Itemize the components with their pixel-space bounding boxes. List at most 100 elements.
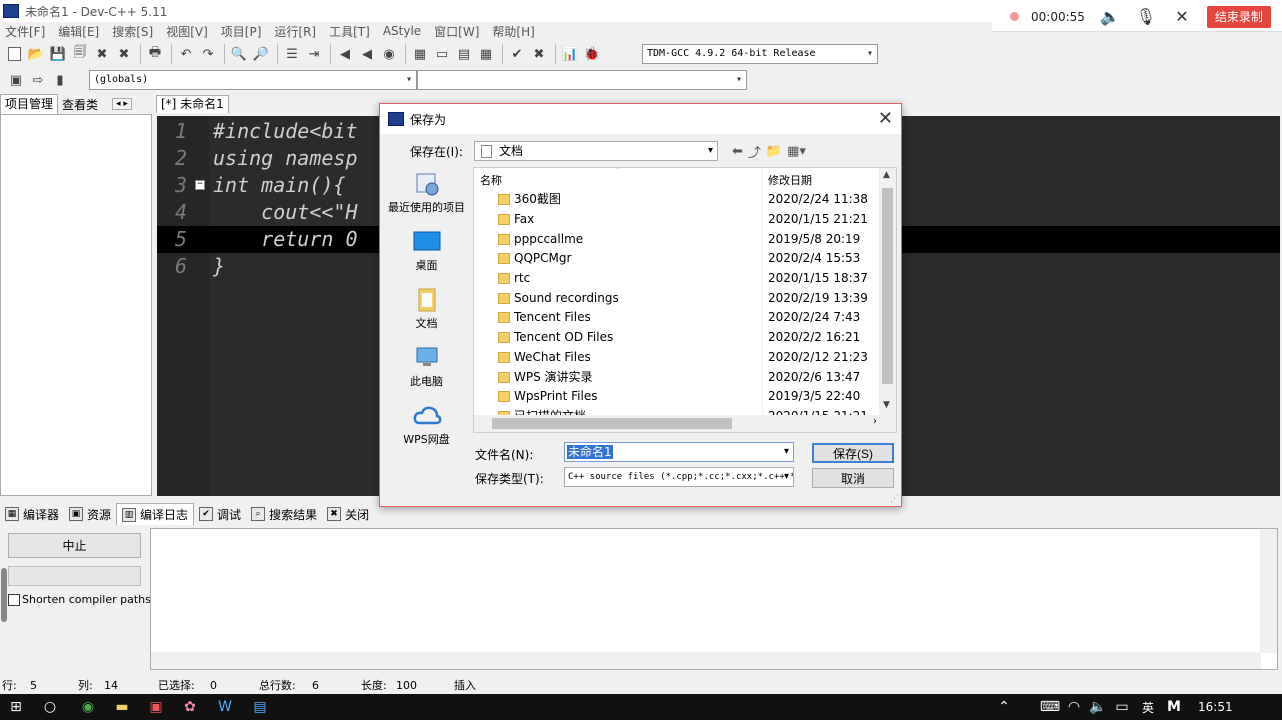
chevron-down-icon[interactable]: ▾ [784, 443, 789, 461]
menu-tools[interactable]: 工具[T] [329, 23, 370, 40]
horizontal-scrollbar[interactable]: › [474, 415, 881, 432]
save-all-icon[interactable]: 🗐 [70, 44, 90, 64]
vertical-scrollbar[interactable] [1260, 529, 1277, 653]
m-app-tray-icon[interactable]: M [1164, 697, 1184, 717]
file-row[interactable]: Sound recordings 2020/2/19 13:39 [474, 289, 882, 308]
shorten-paths-checkbox[interactable] [8, 593, 20, 606]
close-icon[interactable]: ✕ [1171, 6, 1193, 28]
close-icon[interactable]: ✕ [878, 108, 893, 129]
profile-icon[interactable]: 📊 [560, 44, 580, 64]
column-date[interactable]: 修改日期 [768, 172, 812, 188]
stop-recording-button[interactable]: 结束录制 [1206, 5, 1271, 28]
view-menu-icon[interactable]: ▦▾ [787, 144, 806, 159]
unindent-icon[interactable]: ◀ [357, 44, 377, 64]
place-wps-cloud[interactable]: WPS网盘 [380, 403, 473, 447]
file-explorer-icon[interactable]: ▬ [112, 697, 132, 717]
rebuild-icon[interactable]: ▦ [476, 44, 496, 64]
search-circle-icon[interactable]: ○ [40, 697, 60, 717]
replace-icon[interactable]: 🔎 [251, 44, 271, 64]
file-row[interactable]: 360截图 2020/2/24 11:38 [474, 190, 882, 209]
compile-run-icon[interactable]: ▤ [454, 44, 474, 64]
horizontal-scrollbar[interactable] [151, 652, 1261, 669]
comment-icon[interactable]: ◉ [379, 44, 399, 64]
filename-input[interactable]: 未命名1 ▾ [564, 442, 794, 462]
wps-writer-icon[interactable]: W [215, 697, 235, 717]
panel-resize-handle[interactable] [1, 568, 7, 622]
menu-edit[interactable]: 编辑[E] [58, 23, 99, 40]
save-icon[interactable]: 💾 [48, 44, 68, 64]
scroll-right-icon[interactable]: › [873, 416, 877, 427]
tab-project-manager[interactable]: 项目管理 [0, 94, 59, 114]
show-hidden-icons-icon[interactable]: ⌃ [994, 697, 1014, 717]
debug-icon[interactable]: 🐞 [582, 44, 602, 64]
tab-compile-log[interactable]: ▥ 编译日志 [116, 503, 195, 525]
windows-start-icon[interactable]: ⊞ [6, 697, 26, 717]
up-folder-icon[interactable]: ⤴ [748, 142, 761, 161]
file-row[interactable]: WeChat Files 2020/2/12 21:23 [474, 348, 882, 367]
ime-language-indicator[interactable]: 英 [1138, 697, 1158, 717]
file-row[interactable]: rtc 2020/1/15 18:37 [474, 269, 882, 288]
volume-icon[interactable]: 🔈 [1088, 697, 1108, 717]
find-icon[interactable]: 🔍 [229, 44, 249, 64]
file-row[interactable]: Fax 2020/1/15 21:21 [474, 210, 882, 229]
microphone-icon[interactable]: 🎙 [1135, 6, 1157, 28]
symbol-select[interactable]: ▾ [417, 70, 747, 90]
tab-scroll-arrows[interactable]: ◂ ▸ [112, 98, 132, 110]
shorten-paths-option[interactable]: Shorten compiler paths [8, 593, 151, 606]
tab-resources[interactable]: ▣ 资源 [64, 503, 116, 525]
compile-log-area[interactable] [150, 528, 1278, 670]
file-row[interactable]: QQPCMgr 2020/2/4 15:53 [474, 249, 882, 268]
project-tree-panel[interactable] [0, 114, 152, 496]
place-desktop[interactable]: 桌面 [380, 229, 473, 273]
bookmark-icon[interactable]: ▮ [50, 70, 70, 90]
syntax-check-icon[interactable]: ✔ [507, 44, 527, 64]
scroll-down-icon[interactable]: ▼ [883, 400, 890, 410]
save-button[interactable]: 保存(S) [812, 443, 894, 463]
tab-close[interactable]: ✖ 关闭 [322, 503, 374, 525]
stop-execution-icon[interactable]: ✖ [529, 44, 549, 64]
menu-file[interactable]: 文件[F] [5, 23, 45, 40]
run-icon[interactable]: ▭ [432, 44, 452, 64]
back-icon[interactable]: ⬅ [732, 144, 743, 159]
tab-class-browser[interactable]: 查看类 [58, 96, 102, 113]
file-list[interactable]: ⌃ 名称 修改日期 360截图 2020/2/24 11:38 Fax 2020/1… [473, 167, 897, 433]
goto-line-icon[interactable]: ☰ [282, 44, 302, 64]
scrollbar-thumb[interactable] [492, 418, 732, 429]
menu-window[interactable]: 窗口[W] [434, 23, 479, 40]
indent-icon[interactable]: ◀ [335, 44, 355, 64]
cancel-button[interactable]: 取消 [812, 468, 894, 488]
keyboard-icon[interactable]: ⌨ [1040, 697, 1060, 717]
wps-pdf-icon[interactable]: ▣ [146, 697, 166, 717]
goto-function-icon[interactable]: ⇥ [304, 44, 324, 64]
place-recent[interactable]: 最近使用的项目 [380, 171, 473, 215]
abort-button[interactable]: 中止 [8, 533, 141, 558]
tab-debug[interactable]: ✔ 调试 [194, 503, 246, 525]
game-app-icon[interactable]: ✿ [180, 697, 200, 717]
browser-360-icon[interactable]: ◉ [78, 697, 98, 717]
column-name[interactable]: 名称 [480, 172, 502, 188]
open-file-icon[interactable]: 📂 [26, 44, 46, 64]
wifi-icon[interactable]: ◠ [1064, 697, 1084, 717]
devcpp-taskbar-icon[interactable]: ▤ [250, 697, 270, 717]
new-class-icon[interactable]: ▣ [6, 70, 26, 90]
compiler-select[interactable]: TDM-GCC 4.9.2 64-bit Release ▾ [642, 44, 878, 64]
print-icon[interactable]: 🖶 [145, 44, 165, 64]
resize-grip-icon[interactable]: ⋰ [890, 494, 899, 504]
file-row[interactable]: WPS 演讲实录 2020/2/6 13:47 [474, 368, 882, 387]
undo-icon[interactable]: ↶ [176, 44, 196, 64]
scrollbar-thumb[interactable] [882, 188, 893, 384]
tab-search-results[interactable]: ⌕ 搜索结果 [246, 503, 322, 525]
new-folder-icon[interactable]: 📁 [766, 144, 782, 159]
redo-icon[interactable]: ↷ [198, 44, 218, 64]
menu-run[interactable]: 运行[R] [274, 23, 316, 40]
close-file-icon[interactable]: ✖ [92, 44, 112, 64]
speaker-icon[interactable]: 🔈 [1099, 6, 1121, 28]
compile-icon[interactable]: ▦ [410, 44, 430, 64]
dialog-title-bar[interactable]: 保存为 ✕ [380, 104, 901, 134]
file-row[interactable]: Tencent OD Files 2020/2/2 16:21 [474, 328, 882, 347]
menu-view[interactable]: 视图[V] [166, 23, 208, 40]
new-file-icon[interactable] [4, 44, 24, 64]
file-row[interactable]: Tencent Files 2020/2/24 7:43 [474, 308, 882, 327]
vertical-scrollbar[interactable]: ▲ ▼ [879, 168, 896, 416]
save-in-select[interactable]: 文档 ▾ [474, 141, 718, 161]
